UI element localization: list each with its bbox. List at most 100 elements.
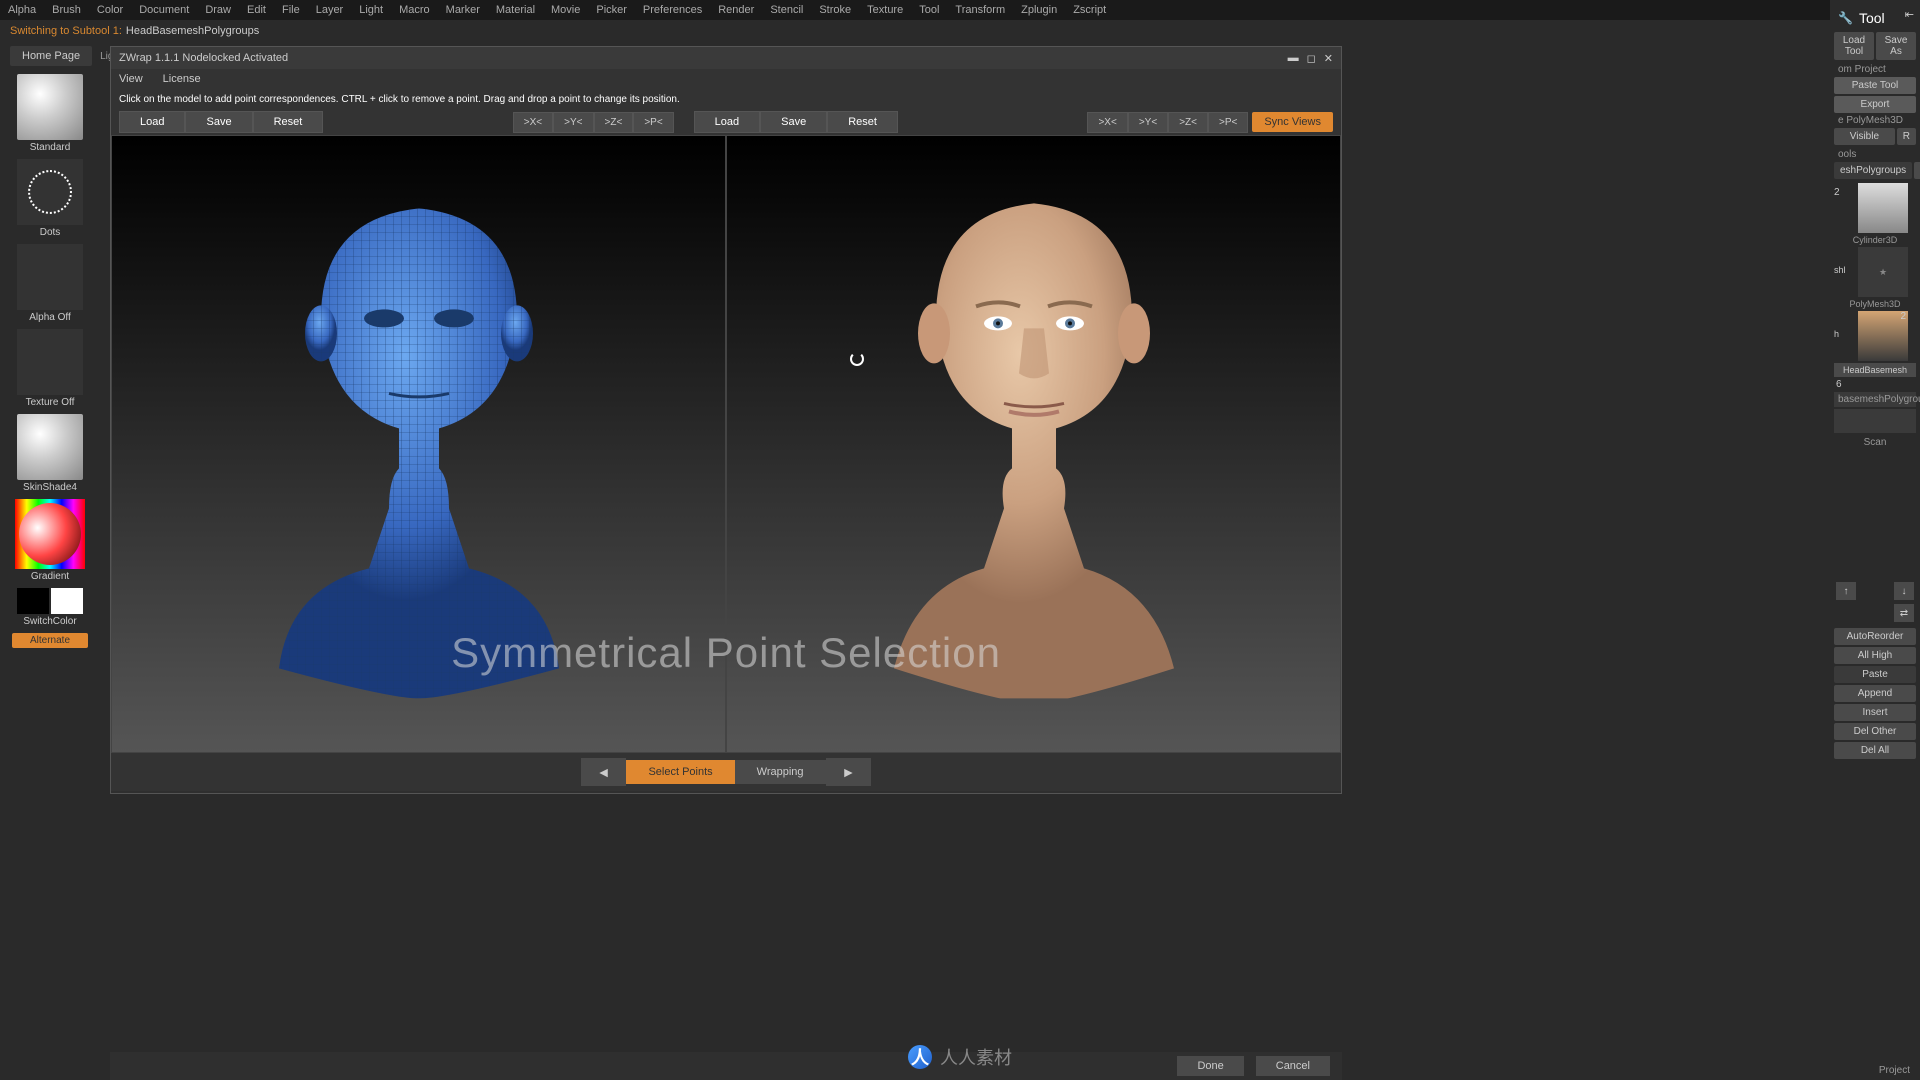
layer-count-2a: 2 (1834, 181, 1848, 235)
menu-stroke[interactable]: Stroke (819, 4, 851, 16)
cylinder3d-thumb[interactable] (1858, 183, 1908, 233)
left-p-button[interactable]: >P< (633, 112, 673, 133)
step-select-points[interactable]: Select Points (626, 760, 734, 784)
menu-material[interactable]: Material (496, 4, 535, 16)
insert-button[interactable]: Insert (1834, 704, 1916, 721)
menu-light[interactable]: Light (359, 4, 383, 16)
right-load-button[interactable]: Load (694, 111, 760, 133)
done-button[interactable]: Done (1177, 1056, 1243, 1076)
left-viewport[interactable] (111, 135, 726, 753)
load-tool-button[interactable]: Load Tool (1834, 32, 1874, 60)
export-button[interactable]: Export (1834, 96, 1916, 113)
r2-button[interactable]: R (1914, 162, 1920, 179)
scan-label[interactable]: Scan (1834, 435, 1916, 450)
up-arrow-button[interactable]: ↑ (1836, 582, 1856, 600)
close-icon[interactable]: ✕ (1324, 52, 1333, 65)
swatch-black[interactable] (17, 588, 49, 614)
polymesh3d-label[interactable]: e PolyMesh3D (1834, 113, 1916, 128)
left-y-button[interactable]: >Y< (553, 112, 593, 133)
switchcolor-label[interactable]: SwitchColor (4, 616, 96, 627)
left-z-button[interactable]: >Z< (594, 112, 634, 133)
r-button[interactable]: R (1897, 128, 1916, 145)
polymesh3d-label2: PolyMesh3D (1834, 299, 1916, 309)
left-save-button[interactable]: Save (185, 111, 252, 133)
status-bar: Switching to Subtool 1: HeadBasemeshPoly… (0, 20, 1920, 42)
zwrap-titlebar[interactable]: ZWrap 1.1.1 Nodelocked Activated ▬ ◻ ✕ (111, 47, 1341, 69)
zwrap-menu-license[interactable]: License (163, 73, 201, 85)
menu-texture[interactable]: Texture (867, 4, 903, 16)
right-x-button[interactable]: >X< (1087, 112, 1127, 133)
autoreorder-button[interactable]: AutoReorder (1834, 628, 1916, 645)
step-prev-button[interactable]: ◄ (581, 758, 627, 786)
menu-picker[interactable]: Picker (596, 4, 627, 16)
append-button[interactable]: Append (1834, 685, 1916, 702)
gradient-label[interactable]: Gradient (4, 571, 96, 582)
menu-zscript[interactable]: Zscript (1073, 4, 1106, 16)
material-thumb[interactable] (17, 414, 83, 480)
om-project-label[interactable]: om Project (1834, 62, 1916, 77)
menu-tool[interactable]: Tool (919, 4, 939, 16)
paste-tool-button[interactable]: Paste Tool (1834, 77, 1916, 94)
menu-zplugin[interactable]: Zplugin (1021, 4, 1057, 16)
zwrap-menu-view[interactable]: View (119, 73, 143, 85)
tool-panel-header[interactable]: Tool (1834, 4, 1916, 32)
photo-head-scan[interactable] (864, 168, 1204, 698)
collapse-icon[interactable]: ⇤ (1905, 8, 1914, 21)
menu-brush[interactable]: Brush (52, 4, 81, 16)
slider-track-1[interactable] (1834, 409, 1916, 433)
sync-views-button[interactable]: Sync Views (1252, 112, 1333, 132)
menu-layer[interactable]: Layer (316, 4, 344, 16)
menu-render[interactable]: Render (718, 4, 754, 16)
menu-draw[interactable]: Draw (205, 4, 231, 16)
delall-button[interactable]: Del All (1834, 742, 1916, 759)
menu-document[interactable]: Document (139, 4, 189, 16)
menu-stencil[interactable]: Stencil (770, 4, 803, 16)
menu-alpha[interactable]: Alpha (8, 4, 36, 16)
basemeshpoly-label[interactable]: basemeshPolygroups (1834, 392, 1916, 407)
left-x-button[interactable]: >X< (513, 112, 553, 133)
right-y-button[interactable]: >Y< (1128, 112, 1168, 133)
menu-marker[interactable]: Marker (446, 4, 480, 16)
texture-thumb[interactable] (17, 329, 83, 395)
color-picker[interactable] (15, 499, 85, 569)
left-load-button[interactable]: Load (119, 111, 185, 133)
home-page-button[interactable]: Home Page (10, 46, 92, 66)
cancel-button[interactable]: Cancel (1256, 1056, 1330, 1076)
alpha-thumb[interactable] (17, 244, 83, 310)
brush-thumb[interactable] (17, 74, 83, 140)
delother-button[interactable]: Del Other (1834, 723, 1916, 740)
menu-movie[interactable]: Movie (551, 4, 580, 16)
paste-button[interactable]: Paste (1834, 666, 1916, 683)
menu-transform[interactable]: Transform (955, 4, 1005, 16)
visible-button[interactable]: Visible (1834, 128, 1895, 145)
down-arrow-button[interactable]: ↓ (1894, 582, 1914, 600)
swap-arrow-button[interactable]: ⇄ (1894, 604, 1914, 622)
left-reset-button[interactable]: Reset (253, 111, 324, 133)
menu-preferences[interactable]: Preferences (643, 4, 702, 16)
step-next-button[interactable]: ► (826, 758, 872, 786)
menu-file[interactable]: File (282, 4, 300, 16)
project-label[interactable]: Project (1879, 1065, 1910, 1076)
allhigh-button[interactable]: All High (1834, 647, 1916, 664)
right-viewport[interactable] (726, 135, 1341, 753)
right-p-button[interactable]: >P< (1208, 112, 1248, 133)
headbasemesh-thumb[interactable]: 2 (1858, 311, 1908, 361)
save-as-button[interactable]: Save As (1876, 32, 1916, 60)
stroke-thumb[interactable] (17, 159, 83, 225)
step-wrapping[interactable]: Wrapping (735, 760, 826, 784)
right-z-button[interactable]: >Z< (1168, 112, 1208, 133)
menu-macro[interactable]: Macro (399, 4, 430, 16)
wireframe-head-model[interactable] (249, 168, 589, 698)
polymesh3d-thumb[interactable]: ★ (1858, 247, 1908, 297)
minimize-icon[interactable]: ▬ (1288, 52, 1299, 65)
menu-color[interactable]: Color (97, 4, 123, 16)
main-menu-bar: Alpha Brush Color Document Draw Edit Fil… (0, 0, 1920, 20)
eshpolygroups-button[interactable]: eshPolygroups (1834, 162, 1912, 179)
right-save-button[interactable]: Save (760, 111, 827, 133)
slider-6[interactable]: 6 (1836, 379, 1842, 390)
menu-edit[interactable]: Edit (247, 4, 266, 16)
swatch-white[interactable] (51, 588, 83, 614)
alternate-button[interactable]: Alternate (12, 633, 88, 648)
right-reset-button[interactable]: Reset (827, 111, 898, 133)
maximize-icon[interactable]: ◻ (1307, 52, 1316, 65)
